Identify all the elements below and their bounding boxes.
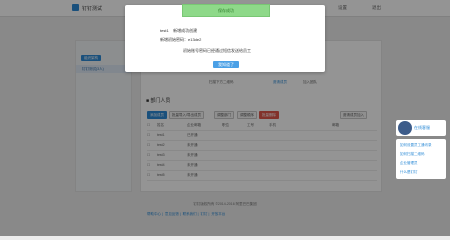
- modal-user: test1 新增成功创建: [160, 28, 197, 34]
- chat-faq-item[interactable]: 企业管理员: [400, 161, 418, 166]
- chat-faq-item[interactable]: 什么是钉钉: [400, 170, 418, 175]
- chat-faq-item[interactable]: 如何设置员工通讯录: [400, 143, 432, 148]
- agent-avatar: [398, 121, 412, 135]
- modal-password: 新增初始密码：e13de2: [160, 37, 201, 43]
- success-toast: 保存成功: [182, 4, 270, 17]
- confirm-button[interactable]: 我知道了: [213, 61, 239, 68]
- modal-user-name: test1: [160, 28, 169, 33]
- modal-password-label: 新增初始密码：: [160, 37, 188, 42]
- modal-password-value: e13de2: [188, 37, 202, 42]
- chat-title[interactable]: 在线客服: [414, 125, 430, 131]
- modal-user-status: 新增成功创建: [173, 28, 198, 33]
- modal-note: 初始账号密码已经通过短信发送给员工: [183, 48, 251, 53]
- chat-faq-item[interactable]: 如何扫描二维码: [400, 152, 425, 157]
